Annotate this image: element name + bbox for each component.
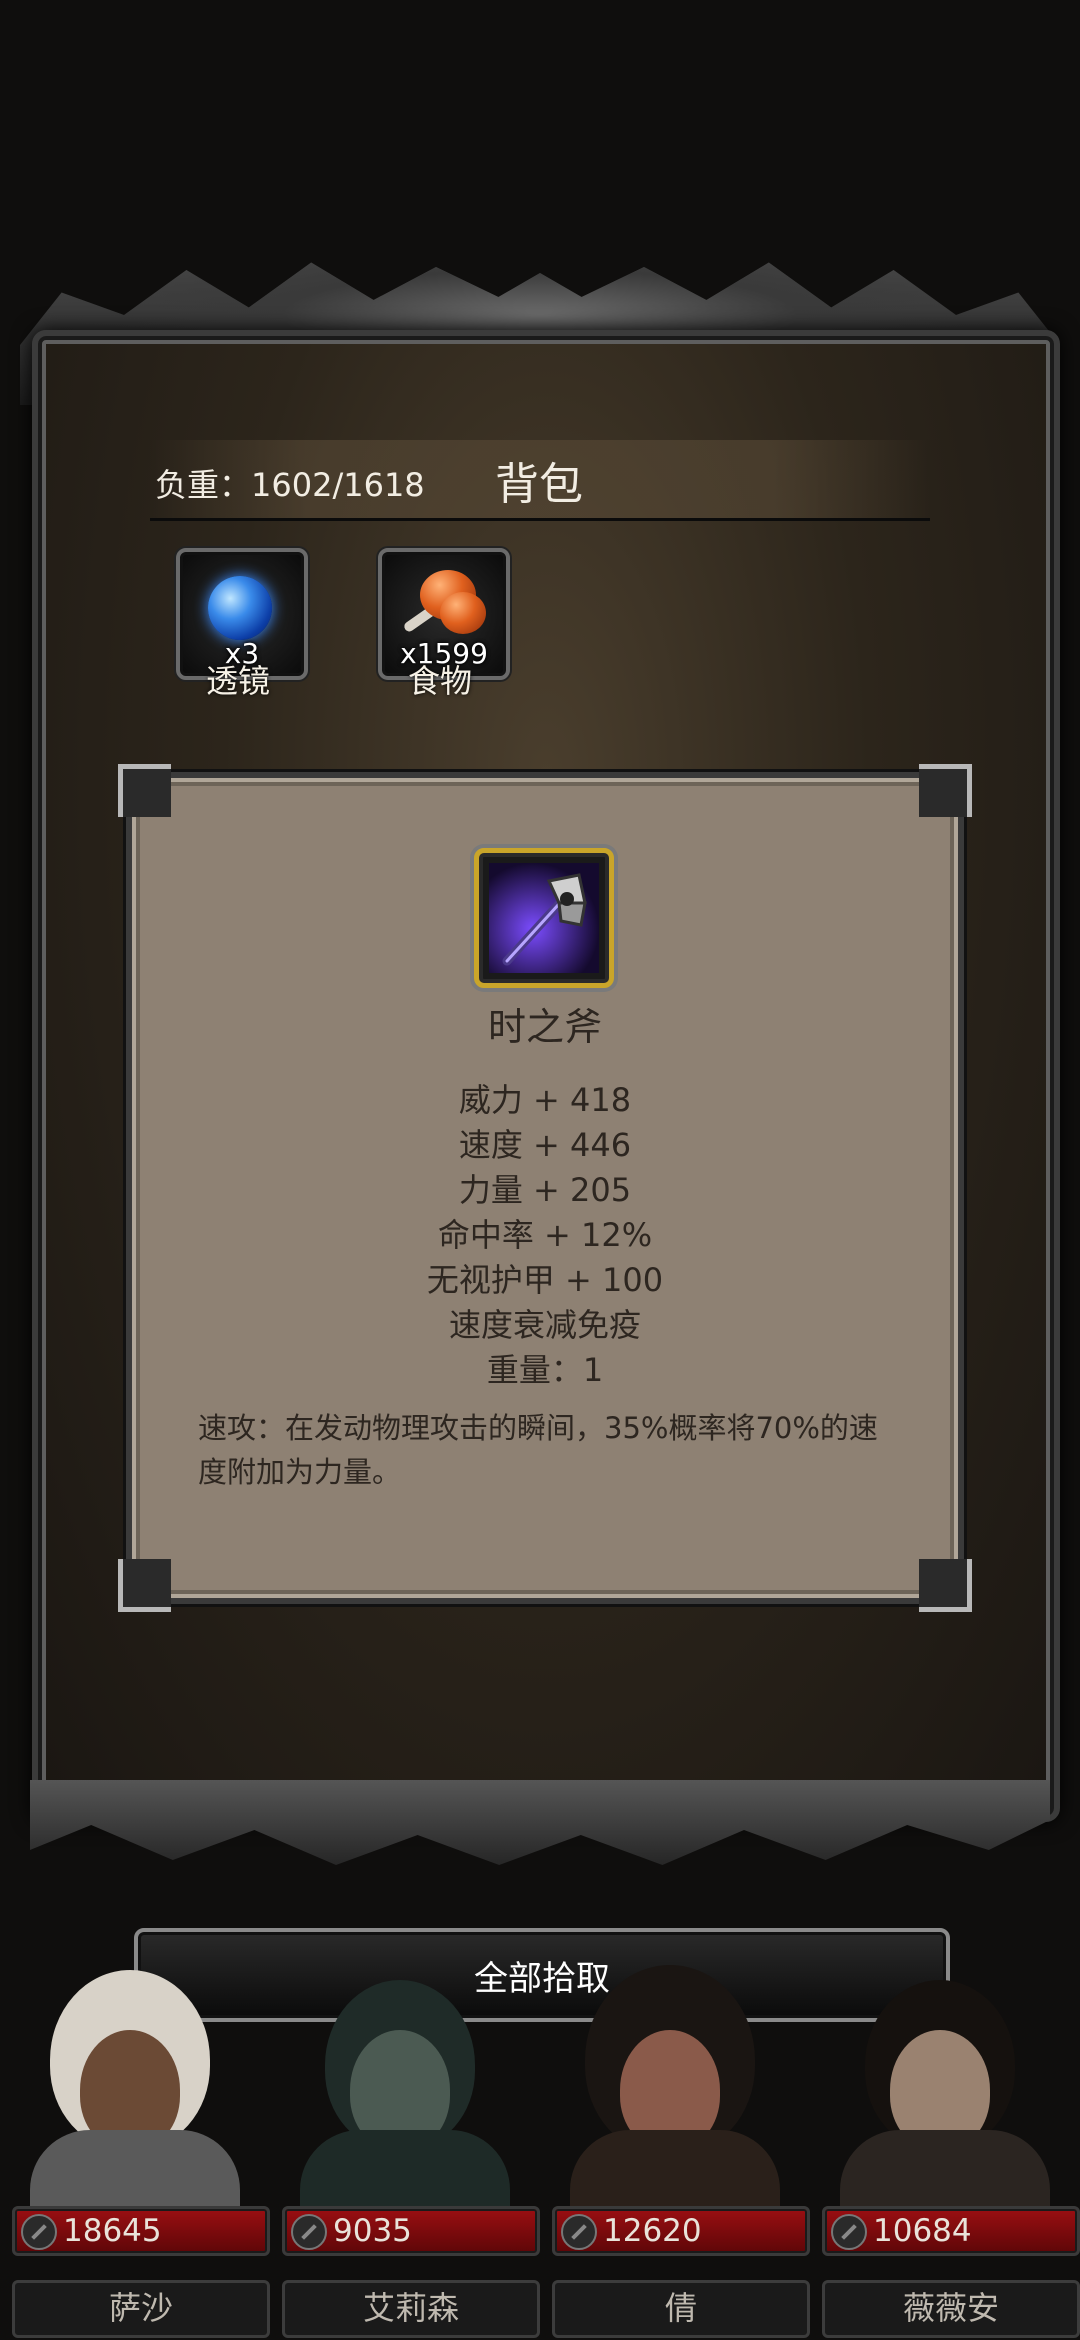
- axe-icon: [474, 848, 614, 988]
- hp-bar: 10684: [822, 2206, 1080, 2256]
- party-portrait-qian[interactable]: [540, 1960, 810, 2220]
- hp-bar: 18645: [12, 2206, 270, 2256]
- hp-value: 9035: [333, 2213, 412, 2249]
- blue-lens-orb-icon: [208, 576, 272, 640]
- item-description: 速攻：在发动物理攻击的瞬间，35%概率将70%的速度附加为力量。: [198, 1411, 878, 1489]
- stat-line: 速度 + 446: [458, 1126, 632, 1164]
- party-name-plate[interactable]: 薇薇安: [822, 2280, 1080, 2338]
- sword-icon: [561, 2214, 597, 2250]
- weight-label: 负重：1602/1618: [155, 466, 425, 504]
- party-portrait-allison[interactable]: [270, 1960, 540, 2220]
- party-portrait-sasha[interactable]: [0, 1960, 270, 2220]
- stat-line: 速度衰减免疫: [448, 1306, 641, 1344]
- sword-icon: [831, 2214, 867, 2250]
- party-name-plate[interactable]: 倩: [552, 2280, 810, 2338]
- item-name: 时之斧: [487, 1005, 602, 1049]
- stat-line: 无视护甲 + 100: [426, 1261, 664, 1299]
- hp-value: 18645: [63, 2213, 162, 2249]
- party-name-plate[interactable]: 萨沙: [12, 2280, 270, 2338]
- party-name-plate[interactable]: 艾莉森: [282, 2280, 540, 2338]
- hp-value: 12620: [603, 2213, 702, 2249]
- hp-value: 10684: [873, 2213, 972, 2249]
- hp-bar: 12620: [552, 2206, 810, 2256]
- sword-icon: [21, 2214, 57, 2250]
- stat-line: 重量：1: [486, 1351, 604, 1389]
- item-stats: 威力 + 418 速度 + 446 力量 + 205 命中率 + 12% 无视护…: [132, 1078, 958, 1393]
- slot-name: 食物: [407, 662, 472, 700]
- panel-bottom-ornament: [30, 1780, 1050, 1865]
- slot-name: 透镜: [205, 662, 270, 700]
- header-divider: [150, 518, 930, 521]
- card-corner: [118, 1559, 171, 1612]
- stat-line: 力量 + 205: [458, 1171, 632, 1209]
- hp-bar: 9035: [282, 2206, 540, 2256]
- card-corner: [118, 764, 171, 817]
- panel-title: 背包: [495, 459, 583, 510]
- card-corner: [919, 764, 972, 817]
- card-corner: [919, 1559, 972, 1612]
- party-portrait-vivian[interactable]: [810, 1960, 1080, 2220]
- stat-line: 命中率 + 12%: [437, 1216, 653, 1254]
- item-detail-card: 时之斧 威力 + 418 速度 + 446 力量 + 205 命中率 + 12%…: [118, 764, 972, 1612]
- sword-icon: [291, 2214, 327, 2250]
- stat-line: 威力 + 418: [458, 1081, 632, 1119]
